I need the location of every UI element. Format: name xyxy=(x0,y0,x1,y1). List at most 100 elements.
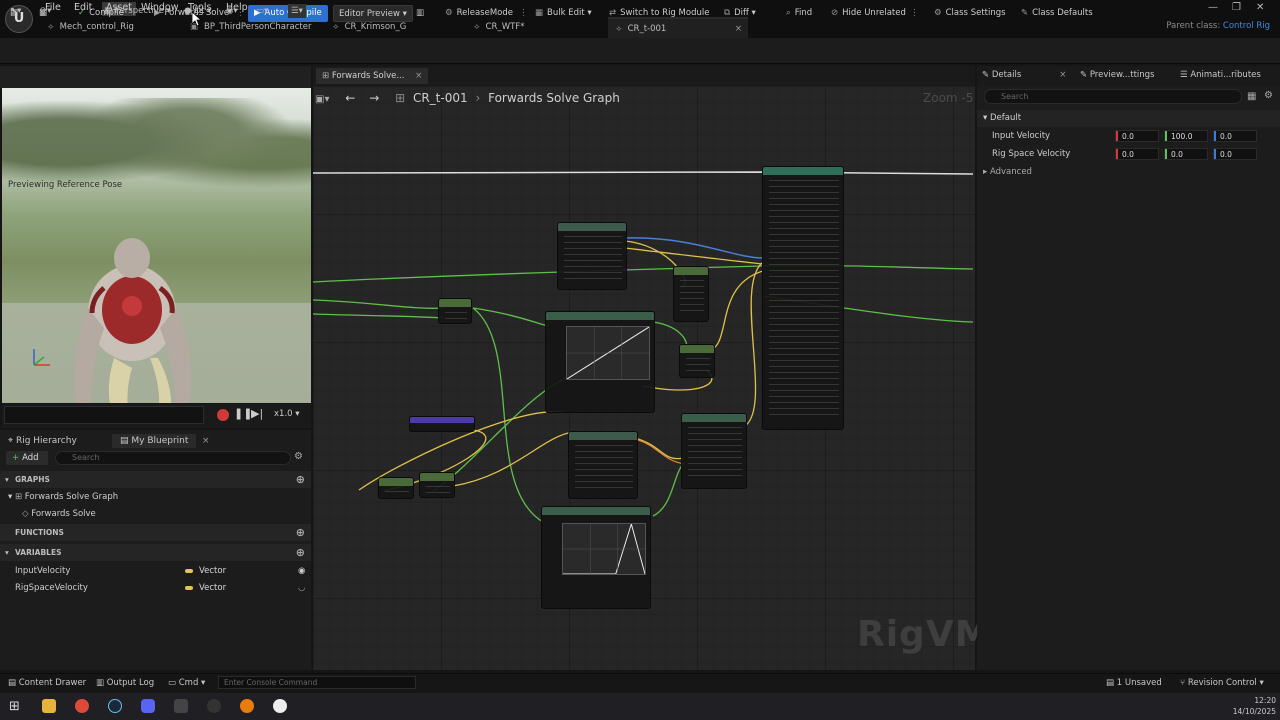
add-variable-icon[interactable]: ⊕ xyxy=(296,544,305,561)
playback-speed-dropdown[interactable]: x1.0 ▾ xyxy=(274,409,300,419)
maximize-icon[interactable]: ❐ xyxy=(1232,2,1241,13)
file-explorer-icon[interactable] xyxy=(42,699,56,713)
release-mode-button[interactable]: ⚙ ReleaseMode xyxy=(445,5,513,22)
y-field[interactable]: 0.0 xyxy=(1164,148,1208,160)
unsaved-button[interactable]: ▤ 1 Unsaved xyxy=(1106,678,1162,688)
scale-node[interactable] xyxy=(419,472,455,498)
steam-icon[interactable] xyxy=(108,699,122,713)
advanced-expander[interactable]: ▸ Advanced xyxy=(977,164,1280,181)
variables-section-header[interactable]: ▾ VARIABLES ⊕ xyxy=(0,544,311,561)
add-button[interactable]: + Add xyxy=(6,451,48,465)
add-function-icon[interactable]: ⊕ xyxy=(296,524,305,541)
transform-icon[interactable]: ⟳▾ xyxy=(40,4,51,18)
record-button[interactable] xyxy=(217,409,229,421)
tab-forwards-solve-graph[interactable]: ⊞ Forwards Solve... × xyxy=(316,68,429,84)
hamburger-menu-icon[interactable]: ☰▾ xyxy=(288,4,306,18)
tab-details[interactable]: ✎ Details × xyxy=(982,70,1066,80)
settings-icon[interactable]: ⚙ xyxy=(1264,90,1273,101)
ik-solver-node[interactable] xyxy=(762,166,844,430)
get-rigspace-velocity-node[interactable] xyxy=(409,416,475,432)
split-vector-node[interactable] xyxy=(378,477,414,499)
bulk-edit-dropdown[interactable]: ▦ Bulk Edit ▾ xyxy=(535,5,592,22)
obs-icon[interactable] xyxy=(207,699,221,713)
settings-icon[interactable]: ⚙ xyxy=(294,451,303,462)
forward-arrow-icon[interactable]: → xyxy=(369,91,379,105)
graphs-section-header[interactable]: ▾ GRAPHS ⊕ xyxy=(0,471,311,488)
class-settings-button[interactable]: ⚙ Class Settings xyxy=(934,5,1006,22)
blender-icon[interactable] xyxy=(240,699,254,713)
visibility-closed-eye-icon[interactable]: ◡ xyxy=(298,580,305,596)
output-log-button[interactable]: ▥ Output Log xyxy=(96,678,154,688)
close-panel-icon[interactable]: × xyxy=(202,434,210,448)
app-icon[interactable] xyxy=(174,699,188,713)
graph-home-icon[interactable]: ▣▾ xyxy=(315,94,329,105)
close-tab-icon[interactable]: × xyxy=(415,71,422,81)
content-drawer-button[interactable]: ▤ Content Drawer xyxy=(8,678,86,688)
unreal-engine-icon[interactable] xyxy=(273,699,287,713)
z-field[interactable]: 0.0 xyxy=(1213,148,1257,160)
windows-start-icon[interactable]: ⊞ xyxy=(9,699,20,714)
close-tab-icon[interactable]: × xyxy=(1059,70,1066,80)
display-icon[interactable]: ▭▾ xyxy=(256,4,268,18)
select-mode-icon[interactable]: ⬉▾ xyxy=(10,4,21,18)
release-mode-options-icon[interactable]: ⋮ xyxy=(519,5,528,22)
tab-preview-settings[interactable]: ✎ Preview...ttings xyxy=(1080,70,1154,80)
get-transform-node[interactable] xyxy=(557,222,627,290)
graph-icon: ⊞ xyxy=(395,91,406,105)
system-clock[interactable]: 12:20 14/10/2025 xyxy=(1233,695,1276,717)
blueprint-search-input[interactable]: Search xyxy=(55,451,291,465)
revision-control-button[interactable]: ⑂ Revision Control ▾ xyxy=(1180,678,1264,688)
cmd-dropdown[interactable]: ▭ Cmd ▾ xyxy=(168,678,205,688)
variable-row-input-velocity[interactable]: InputVelocity Vector ◉ xyxy=(0,563,311,579)
preview-viewport[interactable]: Previewing Reference Pose xyxy=(2,88,311,403)
step-forward-icon[interactable]: ▶| xyxy=(251,407,263,420)
visibility-eye-icon[interactable]: ◉ xyxy=(298,563,305,579)
z-field[interactable]: 0.0 xyxy=(1213,130,1257,142)
x-field[interactable]: 0.0 xyxy=(1115,130,1159,142)
x-field[interactable]: 0.0 xyxy=(1115,148,1159,160)
class-defaults-button[interactable]: ✎ Class Defaults xyxy=(1021,5,1093,22)
forwards-curve-node-2[interactable] xyxy=(541,506,651,609)
add-graph-icon[interactable]: ⊕ xyxy=(296,471,305,488)
preview-toggle-icon[interactable]: ▥ xyxy=(416,5,424,22)
pause-icon[interactable]: ❚❚ xyxy=(234,407,252,420)
variable-row-rig-space-velocity[interactable]: RigSpaceVelocity Vector ◡ xyxy=(0,580,311,596)
tab-my-blueprint[interactable]: ▤ My Blueprint xyxy=(112,434,197,448)
diff-dropdown[interactable]: ⧉ Diff ▾ xyxy=(724,5,756,22)
node-header xyxy=(420,473,454,481)
graph-item-forwards-solve[interactable]: ◇ Forwards Solve xyxy=(0,506,311,522)
show-flags-icon[interactable]: ◉▾ xyxy=(226,4,238,18)
perspective-dropdown[interactable]: ▦ Perspective ▾ xyxy=(104,4,171,18)
close-window-icon[interactable]: ✕ xyxy=(1256,2,1264,13)
forwards-curve-node[interactable] xyxy=(545,311,655,413)
editor-preview-dropdown[interactable]: Editor Preview ▾ xyxy=(333,5,413,22)
viewport-filter-field[interactable] xyxy=(4,406,204,424)
tab-animation-attributes[interactable]: ☰ Animati...ributes xyxy=(1180,70,1261,80)
hide-unrelated-button[interactable]: ⊘ Hide Unrelated xyxy=(831,5,906,22)
table-view-icon[interactable]: ▦ xyxy=(1247,91,1256,102)
parent-class-link[interactable]: Control Rig xyxy=(1223,21,1270,31)
variable-getter-node[interactable] xyxy=(438,298,472,324)
tab-rig-hierarchy[interactable]: ⌖ Rig Hierarchy xyxy=(8,434,77,448)
category-default[interactable]: ▾ Default xyxy=(977,110,1280,127)
get-transform-node-2[interactable] xyxy=(568,431,638,499)
variable-type: Vector xyxy=(185,580,226,596)
node-graph-canvas[interactable] xyxy=(313,86,975,670)
spring-interpolate-node[interactable] xyxy=(681,413,747,489)
details-search-input[interactable]: Search xyxy=(984,89,1242,104)
discord-icon[interactable] xyxy=(141,699,155,713)
graph-item-forwards-solve-graph[interactable]: ▾ ⊞ Forwards Solve Graph xyxy=(0,489,311,505)
close-tab-icon[interactable]: × xyxy=(735,19,742,39)
console-command-input[interactable]: Enter Console Command xyxy=(218,676,416,689)
minimize-icon[interactable]: — xyxy=(1208,2,1218,13)
switch-rig-module-button[interactable]: ⇄ Switch to Rig Module xyxy=(609,5,709,22)
multiply-node[interactable] xyxy=(679,344,715,378)
functions-section-header[interactable]: FUNCTIONS ⊕ xyxy=(0,524,311,541)
add-vector-node[interactable] xyxy=(673,266,709,322)
hide-unrelated-options-icon[interactable]: ⋮ xyxy=(910,5,919,22)
chrome-icon[interactable] xyxy=(75,699,89,713)
find-button[interactable]: ⌕ Find xyxy=(786,5,812,22)
breadcrumb-root[interactable]: CR_t-001 xyxy=(413,91,468,105)
y-field[interactable]: 100.0 xyxy=(1164,130,1208,142)
back-arrow-icon[interactable]: ← xyxy=(345,91,355,105)
